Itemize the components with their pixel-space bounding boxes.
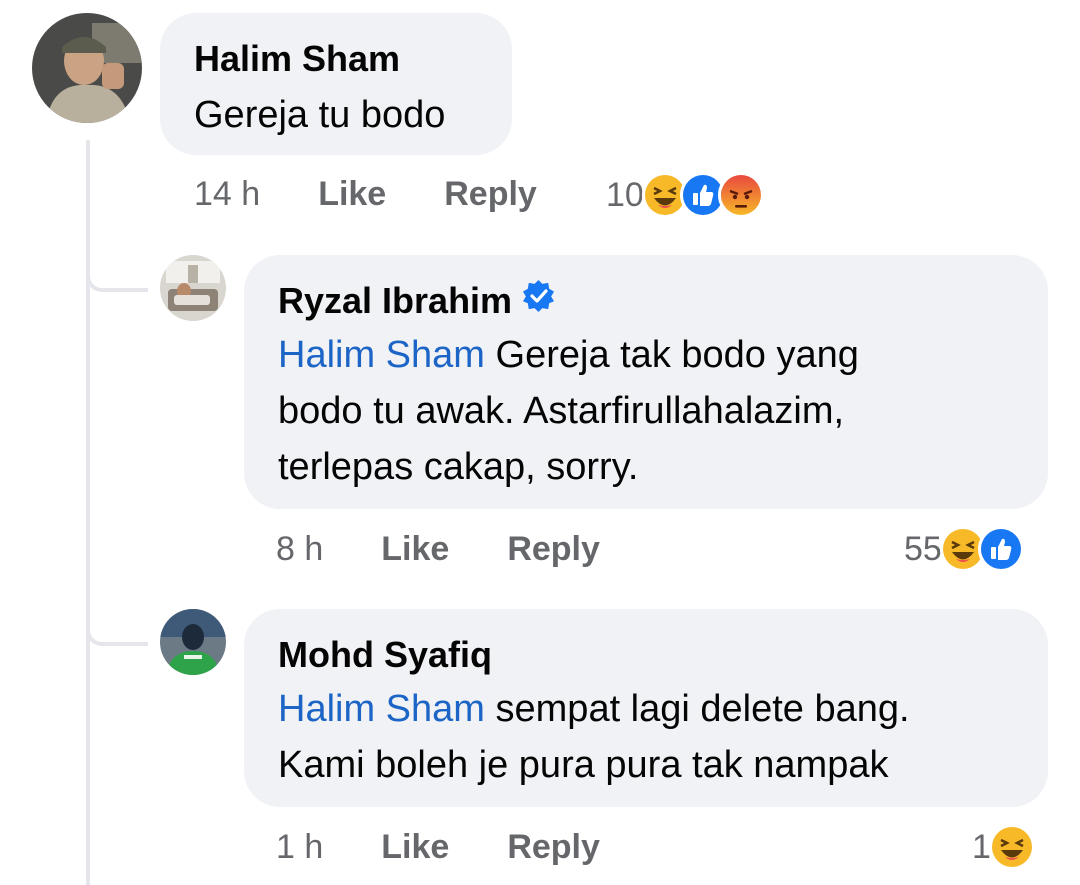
- comment-time[interactable]: 14 h: [194, 175, 260, 214]
- comment-actions: 8 h Like Reply: [276, 530, 658, 569]
- comment-text-line: sempat lagi delete bang.: [495, 688, 910, 730]
- mention-link[interactable]: Halim Sham: [278, 334, 485, 376]
- reply-button[interactable]: Reply: [444, 175, 537, 214]
- comment-actions: 14 h Like Reply: [194, 175, 595, 214]
- comment-text-line: bodo tu awak. Astarfirullahalazim,: [278, 390, 845, 432]
- angry-icon: [717, 172, 764, 218]
- comment-text: Halim Sham sempat lagi delete bang. Kami…: [278, 681, 1014, 793]
- reaction-summary[interactable]: 10: [606, 172, 764, 218]
- avatar[interactable]: [160, 609, 226, 675]
- reply-button[interactable]: Reply: [507, 530, 600, 569]
- avatar[interactable]: [160, 255, 226, 321]
- comment-time[interactable]: 1 h: [276, 828, 323, 867]
- thread-line: [86, 140, 90, 885]
- comment-text-line: terlepas cakap, sorry.: [278, 446, 639, 488]
- like-button[interactable]: Like: [381, 828, 449, 867]
- comment-actions: 1 h Like Reply: [276, 828, 658, 867]
- comment-author-row: Ryzal Ibrahim: [278, 279, 1014, 323]
- comment-time[interactable]: 8 h: [276, 530, 323, 569]
- verified-badge-icon: [522, 279, 556, 323]
- haha-icon: [988, 824, 1035, 870]
- comment-text-line: Gereja tak bodo yang: [495, 334, 859, 376]
- comment-text-line: Kami boleh je pura pura tak nampak: [278, 744, 889, 786]
- reaction-summary[interactable]: 1: [972, 824, 1035, 870]
- like-button[interactable]: Like: [381, 530, 449, 569]
- comment-bubble: Halim Sham Gereja tu bodo: [160, 13, 512, 155]
- like-button[interactable]: Like: [318, 175, 386, 214]
- avatar[interactable]: [32, 13, 142, 123]
- comment-text: Halim Sham Gereja tak bodo yang bodo tu …: [278, 327, 1014, 495]
- comment-bubble: Ryzal Ibrahim Halim Sham Gereja tak bodo…: [244, 255, 1048, 509]
- comment-author[interactable]: Halim Sham: [194, 37, 478, 81]
- comment-bubble: Mohd Syafiq Halim Sham sempat lagi delet…: [244, 609, 1048, 807]
- comment-text: Gereja tu bodo: [194, 94, 446, 136]
- comment-author[interactable]: Mohd Syafiq: [278, 633, 1014, 677]
- reply-button[interactable]: Reply: [507, 828, 600, 867]
- mention-link[interactable]: Halim Sham: [278, 688, 485, 730]
- like-icon: [977, 526, 1024, 572]
- comment-author[interactable]: Ryzal Ibrahim: [278, 279, 512, 323]
- thread-branch: [86, 270, 148, 292]
- reaction-count: 55: [904, 529, 942, 568]
- reaction-summary[interactable]: 55: [904, 526, 1024, 572]
- thread-branch: [86, 624, 148, 646]
- reaction-count: 10: [606, 175, 644, 214]
